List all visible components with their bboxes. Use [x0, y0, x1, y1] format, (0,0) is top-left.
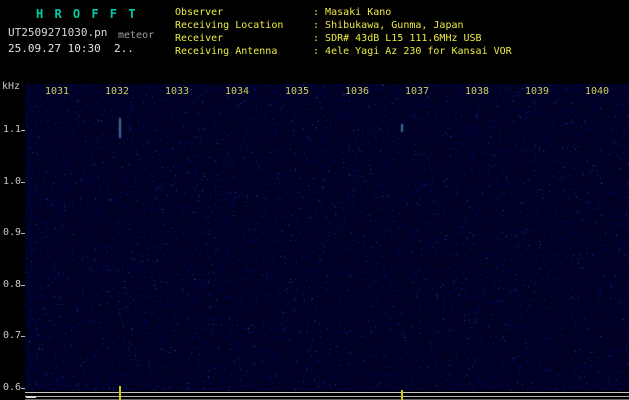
y-tick-label: 0.8 — [3, 279, 21, 290]
info-label: Observer — [175, 6, 313, 19]
info-label: Receiving Location — [175, 19, 313, 32]
spectrogram-plot: 1031 1032 1033 1034 1035 1036 1037 1038 … — [25, 84, 629, 391]
info-label: Receiver — [175, 32, 313, 45]
signal-level-start-blip — [26, 396, 36, 398]
x-tick-label: 1035 — [285, 86, 309, 97]
observation-datetime: 25.09.27 10:30 2.. — [8, 42, 134, 55]
x-tick-label: 1032 — [105, 86, 129, 97]
x-tick-label: 1036 — [345, 86, 369, 97]
meteor-event-marker — [401, 390, 403, 400]
meteor-echo-trace — [119, 118, 121, 138]
separator: : — [313, 32, 325, 45]
signal-level-line — [25, 392, 629, 393]
info-label: Receiving Antenna — [175, 45, 313, 58]
meteor-echo-trace — [401, 124, 403, 132]
y-axis-unit-label: kHz — [2, 81, 20, 92]
y-tick-label: 0.7 — [3, 330, 21, 341]
info-row-observer: Observer: Masaki Kano — [175, 6, 512, 19]
x-tick-label: 1038 — [465, 86, 489, 97]
info-value: 4ele Yagi Az 230 for Kansai VOR — [325, 45, 512, 58]
y-tick-label: 0.9 — [3, 227, 21, 238]
x-tick-label: 1037 — [405, 86, 429, 97]
separator: : — [313, 19, 325, 32]
info-row-receiver: Receiver: SDR# 43dB L15 111.6MHz USB — [175, 32, 512, 45]
info-value: Masaki Kano — [325, 6, 391, 19]
y-tick-label: 0.6 — [3, 382, 21, 393]
separator: : — [313, 6, 325, 19]
x-tick-label: 1034 — [225, 86, 249, 97]
y-tick-label: 1.0 — [3, 176, 21, 187]
app-logo: H R O F F T — [36, 7, 137, 21]
info-value: SDR# 43dB L15 111.6MHz USB — [325, 32, 482, 45]
x-tick-label: 1040 — [585, 86, 609, 97]
info-row-antenna: Receiving Antenna: 4ele Yagi Az 230 for … — [175, 45, 512, 58]
x-tick-label: 1039 — [525, 86, 549, 97]
signal-level-line — [25, 396, 629, 397]
separator: : — [313, 45, 325, 58]
output-filename: UT2509271030.pn — [8, 26, 107, 39]
spectrogram-canvas — [25, 84, 629, 391]
info-row-location: Receiving Location: Shibukawa, Gunma, Ja… — [175, 19, 512, 32]
hrofft-screen: H R O F F T UT2509271030.pn meteor 25.09… — [0, 0, 629, 400]
info-value: Shibukawa, Gunma, Japan — [325, 19, 463, 32]
x-tick-label: 1031 — [45, 86, 69, 97]
observation-info: Observer: Masaki Kano Receiving Location… — [175, 6, 512, 58]
x-tick-label: 1033 — [165, 86, 189, 97]
station-name: meteor — [118, 30, 154, 41]
meteor-event-marker — [119, 386, 121, 400]
y-tick-label: 1.1 — [3, 124, 21, 135]
